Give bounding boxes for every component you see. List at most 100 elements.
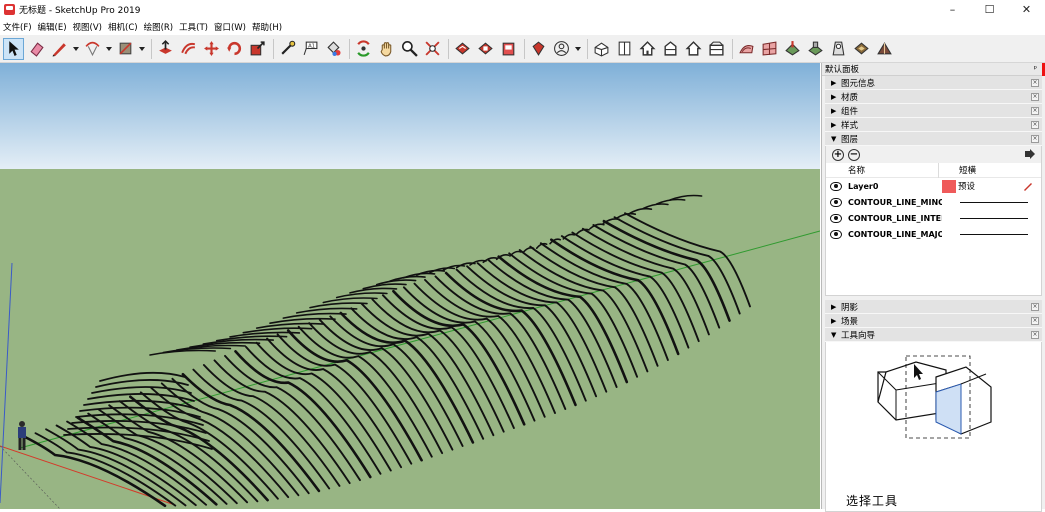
column-name[interactable]: 名称 bbox=[826, 162, 939, 178]
toolbar-separator bbox=[587, 38, 588, 59]
layer-row[interactable]: CONTOUR_LINE_MAJOI bbox=[826, 226, 1041, 242]
offset-icon[interactable] bbox=[178, 38, 199, 60]
zoom-icon[interactable] bbox=[399, 38, 420, 60]
layer-row[interactable]: CONTOUR_LINE_MINOF bbox=[826, 194, 1041, 210]
select-tool-illustration bbox=[877, 355, 992, 439]
collapsed-arrow-icon: ▶ bbox=[831, 302, 837, 311]
arc-dropdown-icon[interactable] bbox=[105, 38, 113, 60]
visibility-eye-icon[interactable] bbox=[830, 198, 842, 207]
rotate-icon[interactable] bbox=[224, 38, 245, 60]
line-dropdown-icon[interactable] bbox=[72, 38, 80, 60]
minimize-button[interactable]: – bbox=[934, 0, 971, 19]
move-icon[interactable] bbox=[201, 38, 222, 60]
sandbox-contours-icon[interactable] bbox=[736, 38, 757, 60]
menu-edit[interactable]: 编辑(E) bbox=[35, 21, 70, 33]
close-icon[interactable]: × bbox=[1031, 317, 1039, 325]
close-icon[interactable]: × bbox=[1031, 107, 1039, 115]
add-layer-icon[interactable]: + bbox=[832, 148, 844, 161]
iso-view-icon[interactable] bbox=[591, 38, 612, 60]
maximize-button[interactable]: ☐ bbox=[971, 0, 1008, 19]
tray-materials[interactable]: ▶ 材质 × bbox=[825, 90, 1042, 104]
tray-shadows[interactable]: ▶ 阴影 × bbox=[825, 300, 1042, 314]
top-view-icon[interactable] bbox=[614, 38, 635, 60]
layer-color-swatch[interactable] bbox=[942, 179, 956, 193]
select-icon[interactable] bbox=[3, 37, 24, 60]
close-icon[interactable]: × bbox=[1031, 135, 1039, 143]
add-detail-icon[interactable] bbox=[851, 38, 872, 60]
menu-view[interactable]: 视图(V) bbox=[70, 21, 105, 33]
toolbar-separator bbox=[273, 38, 274, 59]
smoove-icon[interactable] bbox=[782, 38, 803, 60]
layer-dashes-line[interactable] bbox=[960, 201, 1028, 203]
close-icon[interactable]: × bbox=[1031, 93, 1039, 101]
menu-window[interactable]: 窗口(W) bbox=[211, 21, 249, 33]
menu-camera[interactable]: 相机(C) bbox=[105, 21, 141, 33]
instructor-panel: 选择工具 bbox=[825, 342, 1042, 512]
shape-dropdown-icon[interactable] bbox=[138, 38, 146, 60]
close-icon[interactable]: × bbox=[1031, 121, 1039, 129]
scale-icon[interactable] bbox=[247, 38, 268, 60]
close-icon[interactable]: × bbox=[1031, 79, 1039, 87]
ruby-icon[interactable] bbox=[528, 38, 549, 60]
details-arrow-icon[interactable] bbox=[1025, 149, 1035, 162]
tape-measure-icon[interactable] bbox=[277, 38, 298, 60]
drape-icon[interactable] bbox=[828, 38, 849, 60]
close-button[interactable]: ✕ bbox=[1008, 0, 1045, 19]
layers-panel: + − 名称 短横 Layer0 预设 CONTOUR_LINE_MINOF C… bbox=[825, 146, 1042, 296]
tray-scenes[interactable]: ▶ 场景 × bbox=[825, 314, 1042, 328]
tray-entity-info[interactable]: ▶ 图元信息 × bbox=[825, 76, 1042, 90]
tray-label: 阴影 bbox=[841, 302, 859, 313]
orbit-icon[interactable] bbox=[353, 38, 374, 60]
pan-icon[interactable] bbox=[376, 38, 397, 60]
tray-styles[interactable]: ▶ 样式 × bbox=[825, 118, 1042, 132]
extension-warehouse-icon[interactable] bbox=[475, 38, 496, 60]
layer-dashes-value[interactable]: 预设 bbox=[958, 180, 975, 192]
close-icon[interactable]: × bbox=[1031, 303, 1039, 311]
layer-row[interactable]: CONTOUR_LINE_INTERI bbox=[826, 210, 1041, 226]
tray-layers[interactable]: ▼ 图层 × bbox=[825, 132, 1042, 146]
tray-title: 默认面板 bbox=[825, 65, 860, 75]
expanded-arrow-icon: ▼ bbox=[831, 330, 837, 339]
visibility-eye-icon[interactable] bbox=[830, 182, 842, 191]
right-view-icon[interactable] bbox=[660, 38, 681, 60]
layer-row[interactable]: Layer0 预设 bbox=[826, 178, 1041, 194]
tray-header: 默认面板 ᵖ bbox=[822, 63, 1045, 76]
eraser-icon[interactable] bbox=[26, 38, 47, 60]
menu-draw[interactable]: 绘图(R) bbox=[141, 21, 177, 33]
layer-dashes-line[interactable] bbox=[960, 233, 1028, 235]
shape-icon[interactable] bbox=[115, 38, 136, 60]
menu-tools[interactable]: 工具(T) bbox=[176, 21, 211, 33]
delete-layer-icon[interactable]: − bbox=[848, 148, 860, 161]
front-view-icon[interactable] bbox=[637, 38, 658, 60]
menu-file[interactable]: 文件(F) bbox=[0, 21, 35, 33]
instructor-tool-title: 选择工具 bbox=[846, 494, 899, 508]
visibility-eye-icon[interactable] bbox=[830, 230, 842, 239]
push-pull-icon[interactable] bbox=[155, 38, 176, 60]
zoom-extents-icon[interactable] bbox=[422, 38, 443, 60]
tray-components[interactable]: ▶ 组件 × bbox=[825, 104, 1042, 118]
text-icon[interactable]: A1 bbox=[300, 38, 321, 60]
pin-icon[interactable]: ᵖ bbox=[1034, 64, 1037, 73]
warehouse-icon[interactable] bbox=[452, 38, 473, 60]
close-icon[interactable]: × bbox=[1031, 331, 1039, 339]
collapsed-arrow-icon: ▶ bbox=[831, 92, 837, 101]
paint-bucket-icon[interactable] bbox=[323, 38, 344, 60]
layer-dashes-line[interactable] bbox=[960, 217, 1028, 219]
arc-icon[interactable] bbox=[82, 38, 103, 60]
layout-icon[interactable] bbox=[498, 38, 519, 60]
stamp-icon[interactable] bbox=[805, 38, 826, 60]
flip-edge-icon[interactable] bbox=[874, 38, 895, 60]
pencil-line-icon[interactable] bbox=[49, 38, 70, 60]
account-dropdown-icon[interactable] bbox=[574, 38, 582, 60]
account-icon[interactable] bbox=[551, 38, 572, 60]
column-dashes[interactable]: 短横 bbox=[939, 164, 976, 176]
sandbox-scratch-icon[interactable] bbox=[759, 38, 780, 60]
tray-instructor[interactable]: ▼ 工具向导 × bbox=[825, 328, 1042, 342]
left-view-icon[interactable] bbox=[706, 38, 727, 60]
visibility-eye-icon[interactable] bbox=[830, 214, 842, 223]
menu-help[interactable]: 帮助(H) bbox=[249, 21, 285, 33]
collapsed-arrow-icon: ▶ bbox=[831, 78, 837, 87]
tray-label: 工具向导 bbox=[841, 330, 876, 341]
model-viewport[interactable] bbox=[0, 63, 820, 509]
back-view-icon[interactable] bbox=[683, 38, 704, 60]
